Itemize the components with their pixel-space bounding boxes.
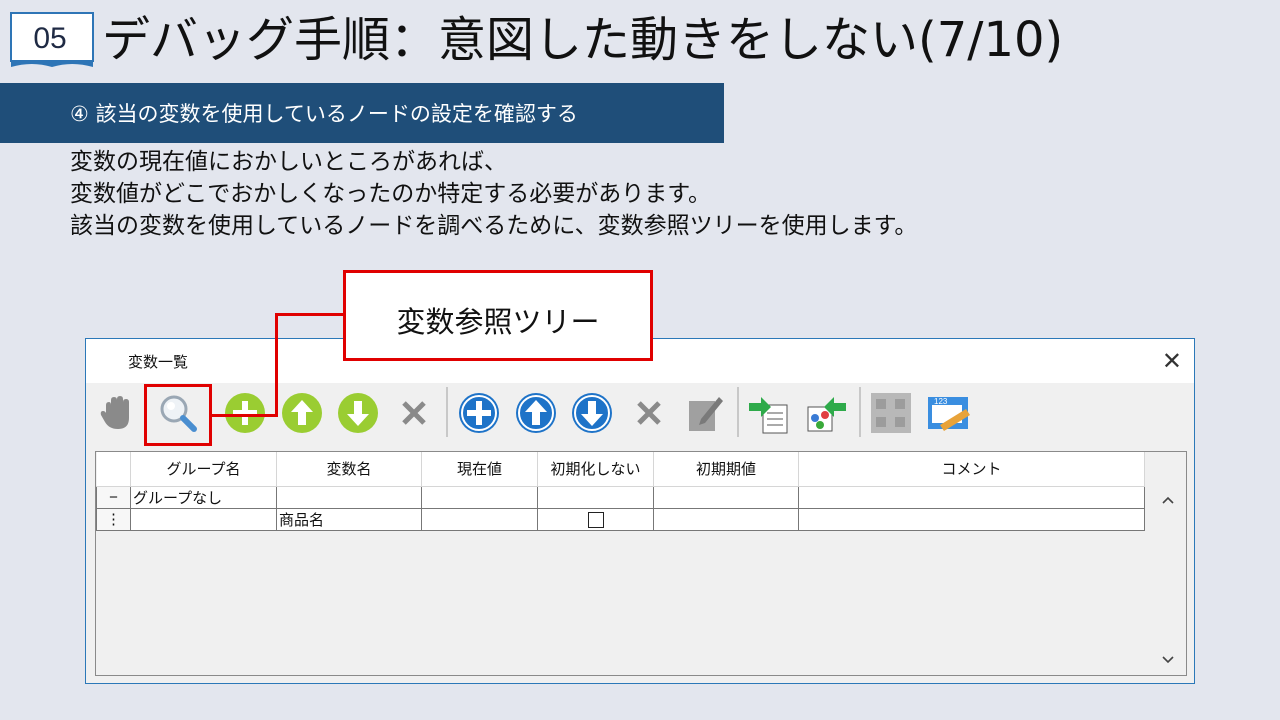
close-icon[interactable]: ✕	[1162, 347, 1182, 375]
column-header[interactable]: 現在値	[421, 452, 538, 487]
variable-table: グループ名 変数名 現在値 初期化しない 初期期値 コメント − グループなし	[95, 451, 1187, 676]
move-variable-up-icon[interactable]	[514, 391, 558, 435]
move-variable-down-icon[interactable]	[570, 391, 614, 435]
move-group-up-icon[interactable]	[280, 391, 324, 435]
no-init-cell[interactable]	[537, 507, 654, 531]
current-value-cell[interactable]	[421, 507, 538, 531]
row-marker[interactable]: −	[96, 485, 131, 509]
add-variable-icon[interactable]	[457, 391, 501, 435]
subheading-bar: ④ 該当の変数を使用しているノードの設定を確認する	[0, 83, 724, 143]
body-line: 変数の現在値におかしいところがあれば、	[70, 149, 507, 175]
body-line: 該当の変数を使用しているノードを調べるために、変数参照ツリーを使用します。	[70, 213, 918, 239]
export-icon[interactable]	[804, 391, 848, 435]
toolbar: 123	[86, 383, 1194, 443]
initial-value-cell[interactable]	[653, 485, 799, 509]
delete-variable-icon[interactable]	[627, 391, 671, 435]
comment-cell[interactable]	[798, 507, 1145, 531]
column-header[interactable]: 初期期値	[653, 452, 799, 487]
column-header[interactable]: コメント	[798, 452, 1145, 487]
import-icon[interactable]	[747, 391, 791, 435]
initial-value-cell[interactable]	[653, 507, 799, 531]
current-value-cell[interactable]	[421, 485, 538, 509]
delete-group-icon[interactable]	[392, 391, 436, 435]
variable-name-cell[interactable]	[276, 485, 422, 509]
row-marker[interactable]: ⋮	[96, 507, 131, 531]
table-row[interactable]: − グループなし	[96, 485, 1145, 509]
no-init-cell[interactable]	[537, 485, 654, 509]
body-line: 変数値がどこでおかしくなったのか特定する必要があります。	[70, 181, 712, 207]
dialog-title: 変数一覧	[128, 353, 189, 371]
move-group-down-icon[interactable]	[336, 391, 380, 435]
callout-connector	[210, 414, 278, 417]
scroll-down-icon[interactable]	[1162, 652, 1174, 668]
callout-label: 変数参照ツリー	[396, 305, 600, 339]
add-group-icon[interactable]	[223, 391, 267, 435]
edit-icon[interactable]	[683, 391, 727, 435]
comment-cell[interactable]	[798, 485, 1145, 509]
table-row[interactable]: ⋮ 商品名	[96, 507, 1145, 531]
variable-name-cell[interactable]: 商品名	[276, 507, 422, 531]
slide-number: 05	[33, 22, 67, 55]
column-header[interactable]: グループ名	[130, 452, 277, 487]
body-text: 変数の現在値におかしいところがあれば、 変数値がどこでおかしくなったのか特定する…	[70, 146, 917, 242]
subheading: ④ 該当の変数を使用しているノードの設定を確認する	[70, 102, 578, 126]
page-title: デバッグ手順：意図した動きをしない(7/10)	[102, 12, 1064, 68]
group-name-cell[interactable]: グループなし	[130, 485, 277, 509]
toolbar-separator	[737, 387, 739, 437]
toolbar-separator	[446, 387, 448, 437]
callout-connector	[275, 313, 345, 316]
scroll-up-icon[interactable]	[1162, 492, 1174, 508]
no-init-checkbox[interactable]	[587, 511, 604, 528]
slide-number-badge: 05	[10, 12, 94, 68]
variable-list-dialog: 変数一覧 ✕ 123 グループ名 変数名 現在値 初期化しない 初期期値 コメン…	[85, 338, 1195, 684]
group-name-cell[interactable]	[130, 507, 277, 531]
numbering-icon[interactable]: 123	[926, 391, 970, 435]
callout-connector	[275, 313, 278, 417]
column-header[interactable]: 初期化しない	[537, 452, 654, 487]
highlight-box	[144, 384, 212, 446]
svg-text:123: 123	[934, 397, 948, 406]
column-header[interactable]	[96, 452, 131, 487]
disabled-tree-icon[interactable]	[869, 391, 913, 435]
table-header-row: グループ名 変数名 現在値 初期化しない 初期期値 コメント	[96, 452, 1145, 487]
toolbar-separator	[859, 387, 861, 437]
callout-box: 変数参照ツリー	[343, 270, 653, 361]
hand-icon[interactable]	[94, 391, 138, 435]
column-header[interactable]: 変数名	[276, 452, 422, 487]
